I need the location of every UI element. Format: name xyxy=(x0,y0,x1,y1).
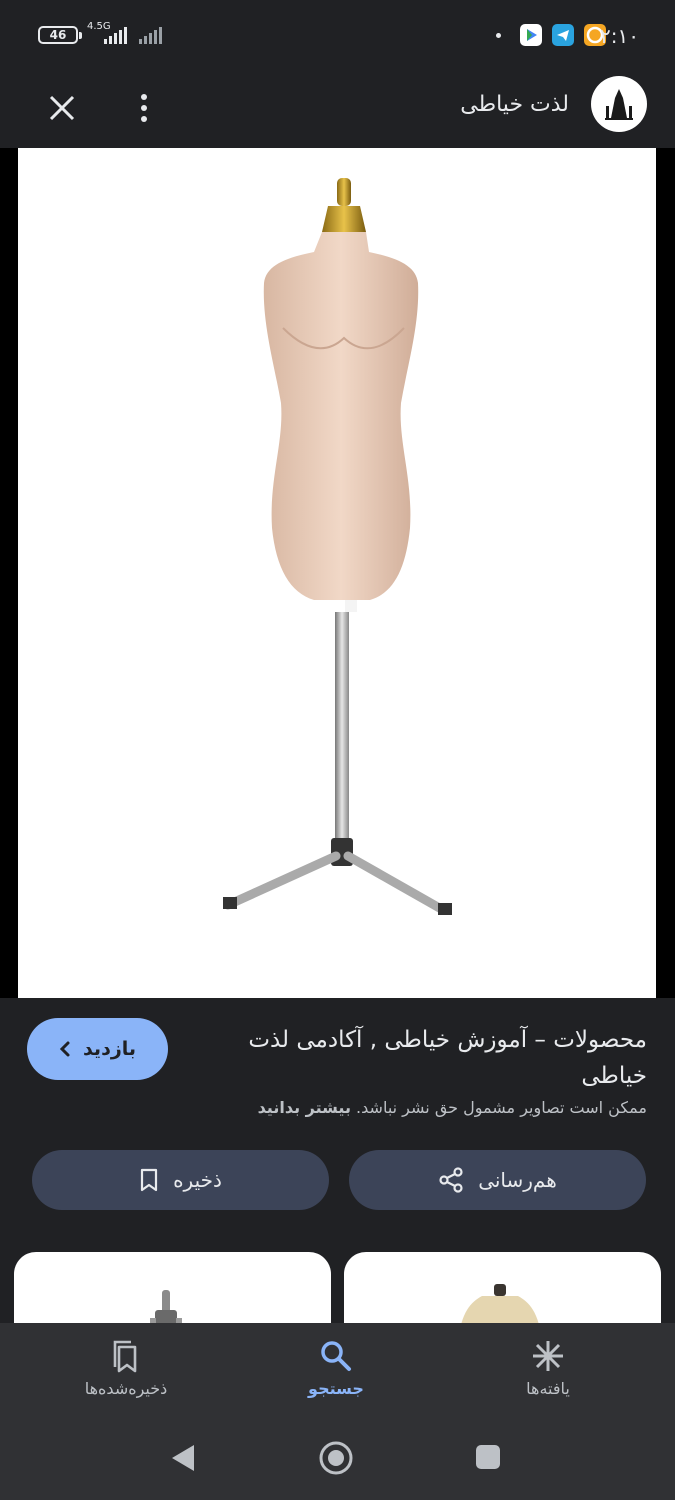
close-button[interactable] xyxy=(40,86,84,130)
main-image[interactable] xyxy=(18,148,656,998)
signal-icon-secondary xyxy=(139,27,162,44)
share-label: هم‌رسانی xyxy=(478,1168,557,1192)
signal-icon xyxy=(104,27,127,44)
home-circle-icon xyxy=(319,1441,353,1475)
back-triangle-icon xyxy=(172,1445,194,1471)
more-dot-icon xyxy=(141,94,147,100)
more-options-button[interactable] xyxy=(124,86,164,130)
more-dot-icon xyxy=(141,105,147,111)
bookmarks-icon xyxy=(113,1340,137,1373)
bottom-navigation: ذخیره‌شده‌ها جستجو یافته‌ها xyxy=(0,1323,675,1423)
notification-dot-icon xyxy=(496,33,501,38)
copyright-text: ممکن است تصاویر مشمول حق نشر نباشد. xyxy=(356,1098,647,1117)
dress-form-image xyxy=(223,178,452,915)
nav-search-label: جستجو xyxy=(308,1379,364,1398)
site-name[interactable]: لذت خیاطی xyxy=(460,92,569,117)
result-title[interactable]: محصولات – آموزش خیاطی , آکادمی لذت خیاطی xyxy=(217,1022,647,1094)
more-dot-icon xyxy=(141,116,147,122)
learn-more-link[interactable]: بیشتر بدانید xyxy=(258,1098,351,1117)
close-icon xyxy=(49,95,75,121)
share-icon xyxy=(439,1167,463,1193)
save-label: ذخیره xyxy=(173,1168,222,1192)
save-button[interactable]: ذخیره xyxy=(32,1150,329,1210)
share-button[interactable]: هم‌رسانی xyxy=(349,1150,646,1210)
mannequin-logo-icon xyxy=(605,89,633,120)
play-store-icon xyxy=(520,24,542,46)
result-info-panel: محصولات – آموزش خیاطی , آکادمی لذت خیاطی… xyxy=(0,998,675,1342)
nav-search[interactable]: جستجو xyxy=(236,1339,436,1415)
telegram-icon xyxy=(552,24,574,46)
nav-saved[interactable]: ذخیره‌شده‌ها xyxy=(26,1339,226,1415)
image-viewer[interactable] xyxy=(0,148,675,998)
asterisk-icon xyxy=(533,1341,563,1371)
nav-saved-label: ذخیره‌شده‌ها xyxy=(84,1379,168,1398)
visit-button[interactable]: بازدید xyxy=(27,1018,168,1080)
visit-label: بازدید xyxy=(82,1038,137,1060)
system-back-button[interactable] xyxy=(170,1443,196,1477)
clock: ۲:۱۰ xyxy=(600,24,639,48)
nav-finds[interactable]: یافته‌ها xyxy=(448,1339,648,1415)
bookmark-icon xyxy=(140,1168,158,1192)
status-bar: 46 4.5G ۲:۱۰ xyxy=(0,0,675,72)
system-home-button[interactable] xyxy=(318,1440,354,1480)
chevron-left-icon xyxy=(59,1041,70,1057)
system-navigation-bar xyxy=(0,1423,675,1500)
system-recents-button[interactable] xyxy=(476,1445,500,1469)
battery-indicator: 46 xyxy=(38,26,82,44)
nav-finds-label: یافته‌ها xyxy=(526,1379,570,1398)
search-icon xyxy=(321,1341,351,1371)
copyright-notice: ممکن است تصاویر مشمول حق نشر نباشد. بیشت… xyxy=(258,1098,647,1117)
site-logo[interactable] xyxy=(591,76,647,132)
app-header: لذت خیاطی xyxy=(0,72,675,148)
